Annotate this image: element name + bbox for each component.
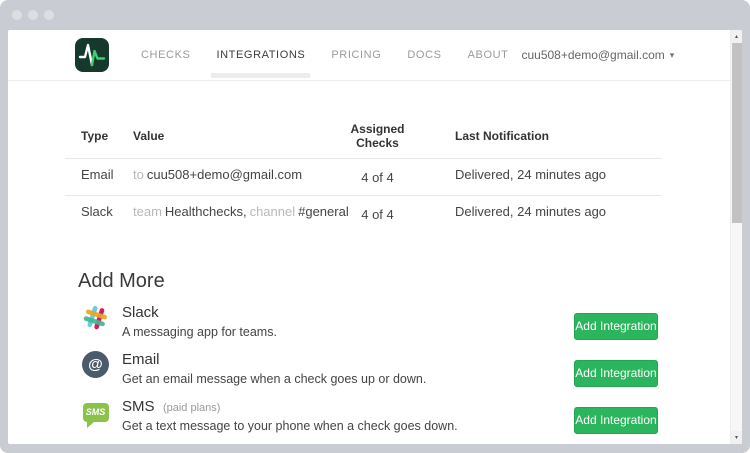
account-email: cuu508+demo@gmail.com — [521, 48, 664, 62]
integration-description: Get an email message when a check goes u… — [122, 372, 574, 386]
col-header-type: Type — [65, 114, 125, 159]
integration-value: teamHealthchecks,channel#general — [125, 196, 320, 233]
value-prefix: to — [133, 167, 144, 182]
integration-description: A messaging app for teams. — [122, 325, 574, 339]
webhook-icon — [82, 444, 109, 445]
navbar: CHECKS INTEGRATIONS PRICING DOCS ABOUT c… — [8, 30, 742, 81]
scrollbar-thumb[interactable] — [732, 43, 742, 223]
table-row: Email tocuu508+demo@gmail.com 4 of 4 Del… — [65, 159, 662, 196]
scroll-up-arrow-icon[interactable]: ▴ — [731, 30, 742, 43]
page: CHECKS INTEGRATIONS PRICING DOCS ABOUT c… — [8, 30, 742, 444]
catalog-item-email: @ Email Get an email message when a chec… — [65, 350, 662, 397]
catalog-item-text: Email Get an email message when a check … — [122, 350, 574, 397]
scrollbar[interactable]: ▴ ▾ — [730, 30, 742, 444]
add-more-heading: Add More — [78, 270, 662, 293]
window-dot — [12, 10, 22, 20]
integration-type: Slack — [65, 196, 125, 233]
last-notification: Delivered, 24 minutes ago — [435, 159, 662, 196]
nav-item-checks[interactable]: CHECKS — [128, 30, 203, 81]
integration-name: Email — [122, 351, 160, 368]
table-header-row: Type Value Assigned Checks Last Notifica… — [65, 114, 662, 159]
integration-name: Slack — [122, 304, 159, 321]
add-integration-button[interactable]: Add Integration — [574, 407, 658, 434]
window-control-dots — [12, 10, 54, 20]
integration-description: Get a text message to your phone when a … — [122, 419, 574, 433]
slack-hash-icon — [82, 303, 109, 350]
catalog-item-text: Webhook — [122, 444, 574, 445]
scroll-down-arrow-icon[interactable]: ▾ — [731, 431, 742, 444]
integration-value: tocuu508+demo@gmail.com — [125, 159, 320, 196]
caret-down-icon: ▾ — [670, 50, 675, 61]
integration-type: Email — [65, 159, 125, 196]
window-dot — [28, 10, 38, 20]
integration-name: SMS — [122, 398, 155, 415]
integration-catalog: Slack A messaging app for teams. Add Int… — [65, 303, 662, 445]
last-notification: Delivered, 24 minutes ago — [435, 196, 662, 233]
browser-window-frame: CHECKS INTEGRATIONS PRICING DOCS ABOUT c… — [0, 0, 750, 453]
add-integration-button[interactable]: Add Integration — [574, 360, 658, 387]
paid-plans-badge: (paid plans) — [163, 402, 220, 414]
nav-item-pricing[interactable]: PRICING — [318, 30, 394, 81]
col-header-assigned-checks: Assigned Checks — [320, 114, 435, 159]
value-prefix: channel — [250, 204, 296, 219]
nav-item-integrations[interactable]: INTEGRATIONS — [203, 30, 318, 81]
catalog-item-slack: Slack A messaging app for teams. Add Int… — [65, 303, 662, 350]
col-header-last-notification: Last Notification — [435, 114, 662, 159]
assigned-checks: 4 of 4 — [320, 159, 435, 196]
healthchecks-logo-icon[interactable] — [75, 38, 109, 72]
value-text: cuu508+demo@gmail.com — [147, 167, 302, 182]
catalog-item-sms: SMS SMS (paid plans) Get a text message … — [65, 397, 662, 444]
account-menu[interactable]: cuu508+demo@gmail.com ▾ — [521, 48, 674, 62]
window-dot — [44, 10, 54, 20]
catalog-item-text: Slack A messaging app for teams. — [122, 303, 574, 350]
col-header-value: Value — [125, 114, 320, 159]
sms-bubble-icon: SMS — [82, 397, 109, 444]
table-row: Slack teamHealthchecks,channel#general 4… — [65, 196, 662, 233]
integrations-table: Type Value Assigned Checks Last Notifica… — [65, 114, 662, 233]
value-text: #general — [298, 204, 349, 219]
email-at-icon: @ — [82, 350, 109, 397]
add-integration-button[interactable]: Add Integration — [574, 313, 658, 340]
nav-links: CHECKS INTEGRATIONS PRICING DOCS ABOUT — [128, 30, 521, 81]
nav-item-docs[interactable]: DOCS — [394, 30, 454, 81]
nav-item-about[interactable]: ABOUT — [455, 30, 522, 81]
value-prefix: team — [133, 204, 162, 219]
main-content: Type Value Assigned Checks Last Notifica… — [65, 114, 662, 444]
catalog-item-text: SMS (paid plans) Get a text message to y… — [122, 397, 574, 444]
catalog-item-webhook: Webhook Add Integration — [65, 444, 662, 445]
value-text: Healthchecks, — [165, 204, 247, 219]
